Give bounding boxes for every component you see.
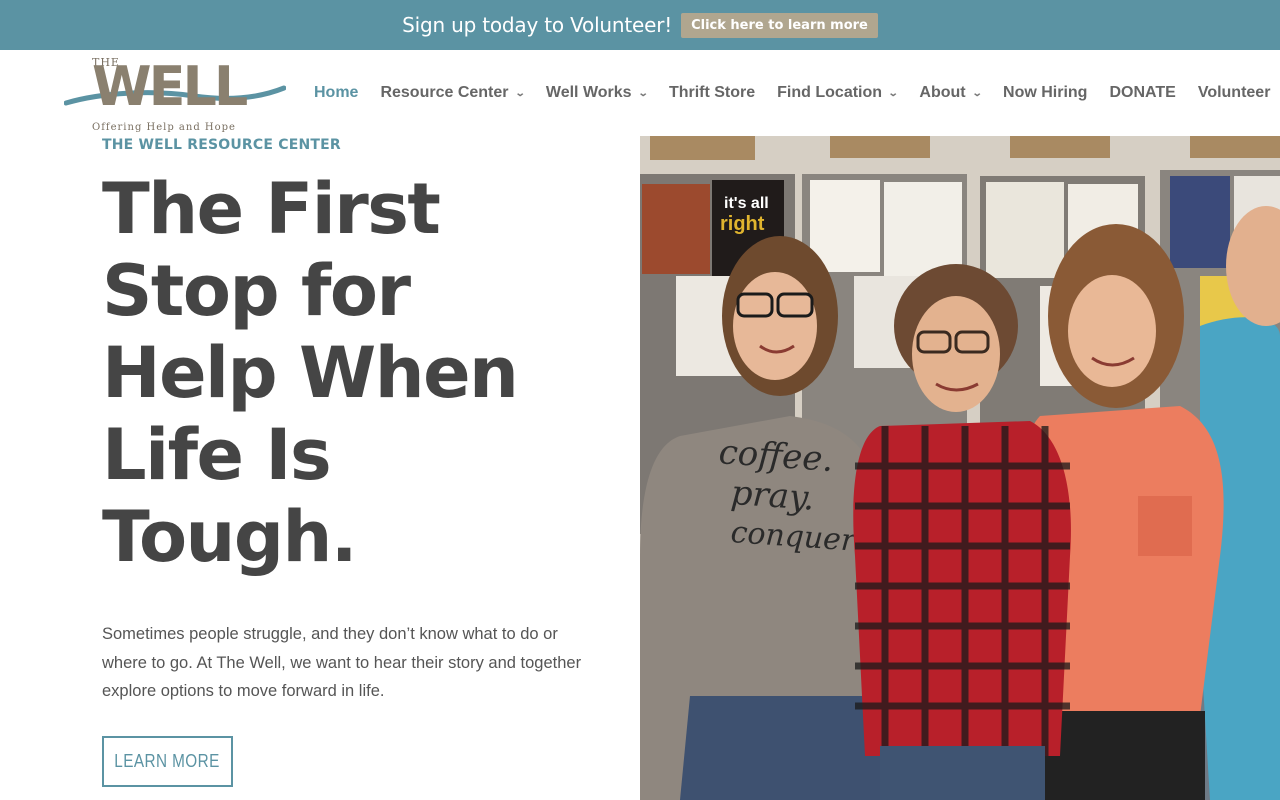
logo-main-text: WELL (92, 55, 248, 118)
nav-item-label: Find Location (777, 84, 883, 101)
nav-item-now-hiring[interactable]: Now Hiring (1003, 84, 1087, 102)
chevron-down-icon: ⌄ (971, 87, 983, 99)
poster-text: it's all (724, 195, 769, 212)
nav-item-label: Volunteer (1197, 84, 1271, 101)
headline-line: Help When (102, 332, 519, 414)
chevron-down-icon: ⌄ (514, 87, 526, 99)
nav-item-label: About (919, 84, 966, 101)
chevron-down-icon: ⌄ (887, 87, 899, 99)
nav-item-label: Now Hiring (1003, 84, 1088, 101)
nav-item-label: Thrift Store (668, 84, 756, 101)
site-header: THE WELL Offering Help and Hope Home Res… (0, 50, 1280, 136)
headline-line: The First (102, 168, 441, 250)
promo-bar: Sign up today to Volunteer! Click here t… (0, 0, 1280, 50)
nav-item-label: Well Works (545, 84, 632, 101)
hero-eyebrow: THE WELL RESOURCE CENTER (102, 137, 341, 153)
learn-more-button[interactable]: LEARN MORE (102, 736, 233, 787)
nav-item-home[interactable]: Home (314, 84, 358, 102)
nav-item-well-works[interactable]: Well Works ⌄ (545, 84, 649, 102)
nav-item-resource-center[interactable]: Resource Center ⌄ (380, 84, 526, 102)
nav-item-find-location[interactable]: Find Location ⌄ (777, 84, 899, 102)
learn-more-promo-button[interactable]: Click here to learn more (681, 12, 878, 38)
volunteers-photo-image: it's all right coffee. pray. conquer (640, 136, 1280, 800)
hero-body-text: Sometimes people struggle, and they don’… (102, 625, 582, 700)
logo-tagline: Offering Help and Hope (92, 122, 236, 133)
nav-item-thrift-store[interactable]: Thrift Store (669, 84, 755, 102)
promo-text: Sign up today to Volunteer! (402, 13, 673, 37)
nav-item-label: Resource Center (380, 84, 509, 101)
learn-more-label: LEARN MORE (114, 751, 221, 771)
hero-headline: The First Stop for Help When Life Is Tou… (102, 168, 622, 578)
chevron-down-icon: ⌄ (637, 87, 649, 99)
nav-item-about[interactable]: About ⌄ (919, 84, 983, 102)
headline-line: Life Is (102, 414, 332, 496)
shirt-text: pray. (729, 473, 815, 519)
site-logo[interactable]: THE WELL Offering Help and Hope (64, 54, 286, 134)
headline-line: Stop for (102, 250, 411, 332)
hero-photo: it's all right coffee. pray. conquer (640, 136, 1280, 800)
nav-item-volunteer[interactable]: Volunteer (1198, 84, 1271, 102)
nav-item-donate[interactable]: DONATE (1109, 84, 1175, 102)
poster-text: right (720, 213, 765, 235)
nav-item-label: Home (314, 84, 359, 101)
nav-item-label: DONATE (1109, 84, 1176, 101)
main-nav: Home Resource Center ⌄ Well Works ⌄ Thri… (314, 50, 1280, 136)
headline-line: Tough. (102, 496, 357, 578)
